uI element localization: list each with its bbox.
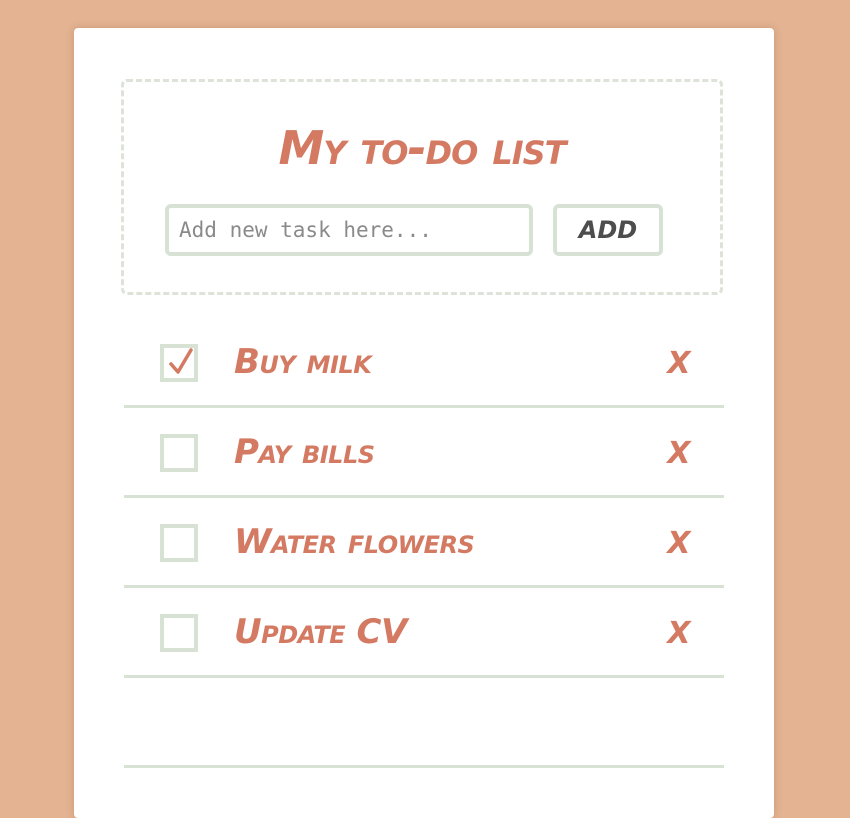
list-item: Water flowers X bbox=[124, 498, 724, 588]
todo-card: My to-do list ADD Buy milk X Pay bills X… bbox=[74, 28, 774, 818]
add-button[interactable]: ADD bbox=[553, 204, 663, 256]
task-checkbox[interactable] bbox=[160, 344, 198, 382]
todo-list: Buy milk X Pay bills X Water flowers X U… bbox=[124, 318, 724, 768]
delete-task-button[interactable]: X bbox=[664, 616, 694, 652]
task-label: Water flowers bbox=[234, 522, 475, 562]
checkmark-icon bbox=[169, 348, 193, 374]
list-item: Buy milk X bbox=[124, 318, 724, 408]
empty-list-item bbox=[124, 678, 724, 768]
list-item: Pay bills X bbox=[124, 408, 724, 498]
new-task-input[interactable] bbox=[165, 204, 533, 256]
delete-task-button[interactable]: X bbox=[664, 436, 694, 472]
task-checkbox[interactable] bbox=[160, 524, 198, 562]
task-label: Update CV bbox=[234, 612, 407, 652]
task-label: Buy milk bbox=[234, 342, 372, 382]
page-title: My to-do list bbox=[278, 121, 566, 175]
task-label: Pay bills bbox=[234, 432, 375, 472]
header-panel: My to-do list ADD bbox=[121, 79, 723, 295]
task-checkbox[interactable] bbox=[160, 614, 198, 652]
delete-task-button[interactable]: X bbox=[664, 526, 694, 562]
delete-task-button[interactable]: X bbox=[664, 346, 694, 382]
task-checkbox[interactable] bbox=[160, 434, 198, 472]
list-item: Update CV X bbox=[124, 588, 724, 678]
